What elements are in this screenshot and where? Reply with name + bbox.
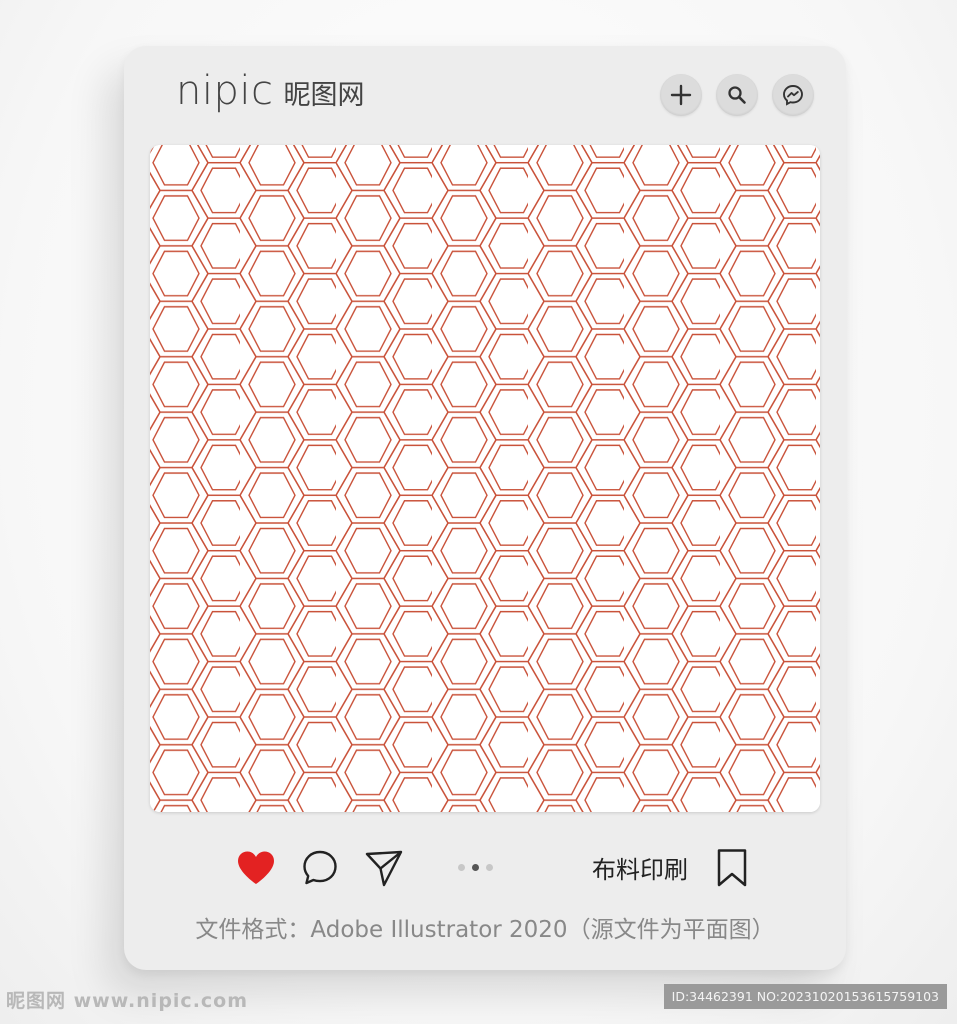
post-actions: 布料印刷	[236, 844, 756, 888]
watermark-id: ID:34462391 NO:20231020153615759103	[663, 984, 947, 1009]
share-button[interactable]	[364, 848, 404, 888]
brand-name-en: nipic	[176, 68, 274, 114]
add-button[interactable]	[660, 74, 702, 116]
comment-button[interactable]	[300, 848, 340, 888]
search-button[interactable]	[716, 74, 758, 116]
pagination-dot[interactable]	[472, 864, 479, 871]
bookmark-button[interactable]	[712, 848, 752, 888]
pattern-fill	[150, 145, 820, 812]
pattern-image[interactable]	[150, 145, 820, 812]
top-actions	[660, 74, 814, 116]
pagination-dot[interactable]	[458, 864, 465, 871]
file-format-text: 文件格式：Adobe Illustrator 2020（源文件为平面图）	[195, 917, 775, 943]
watermark-site: 昵图网 www.nipic.com	[6, 990, 249, 1012]
category-label: 布料印刷	[592, 856, 688, 884]
pagination-dot[interactable]	[486, 864, 493, 871]
plus-icon	[670, 84, 692, 106]
heart-icon	[238, 851, 274, 884]
comment-icon	[303, 850, 337, 885]
like-button[interactable]	[236, 848, 276, 888]
messenger-icon	[783, 85, 803, 106]
messenger-button[interactable]	[772, 74, 814, 116]
send-icon	[365, 850, 403, 887]
search-icon	[728, 86, 746, 104]
pagination-dots	[458, 864, 493, 871]
hexagon-lattice-pattern	[150, 145, 820, 812]
post-card: nipic 昵图网 布料印刷 文件格式：Adobe Illustrator 20…	[124, 46, 846, 970]
brand-name-cn: 昵图网	[283, 80, 365, 111]
bookmark-icon	[717, 849, 747, 887]
brand-header: nipic 昵图网	[176, 68, 364, 114]
